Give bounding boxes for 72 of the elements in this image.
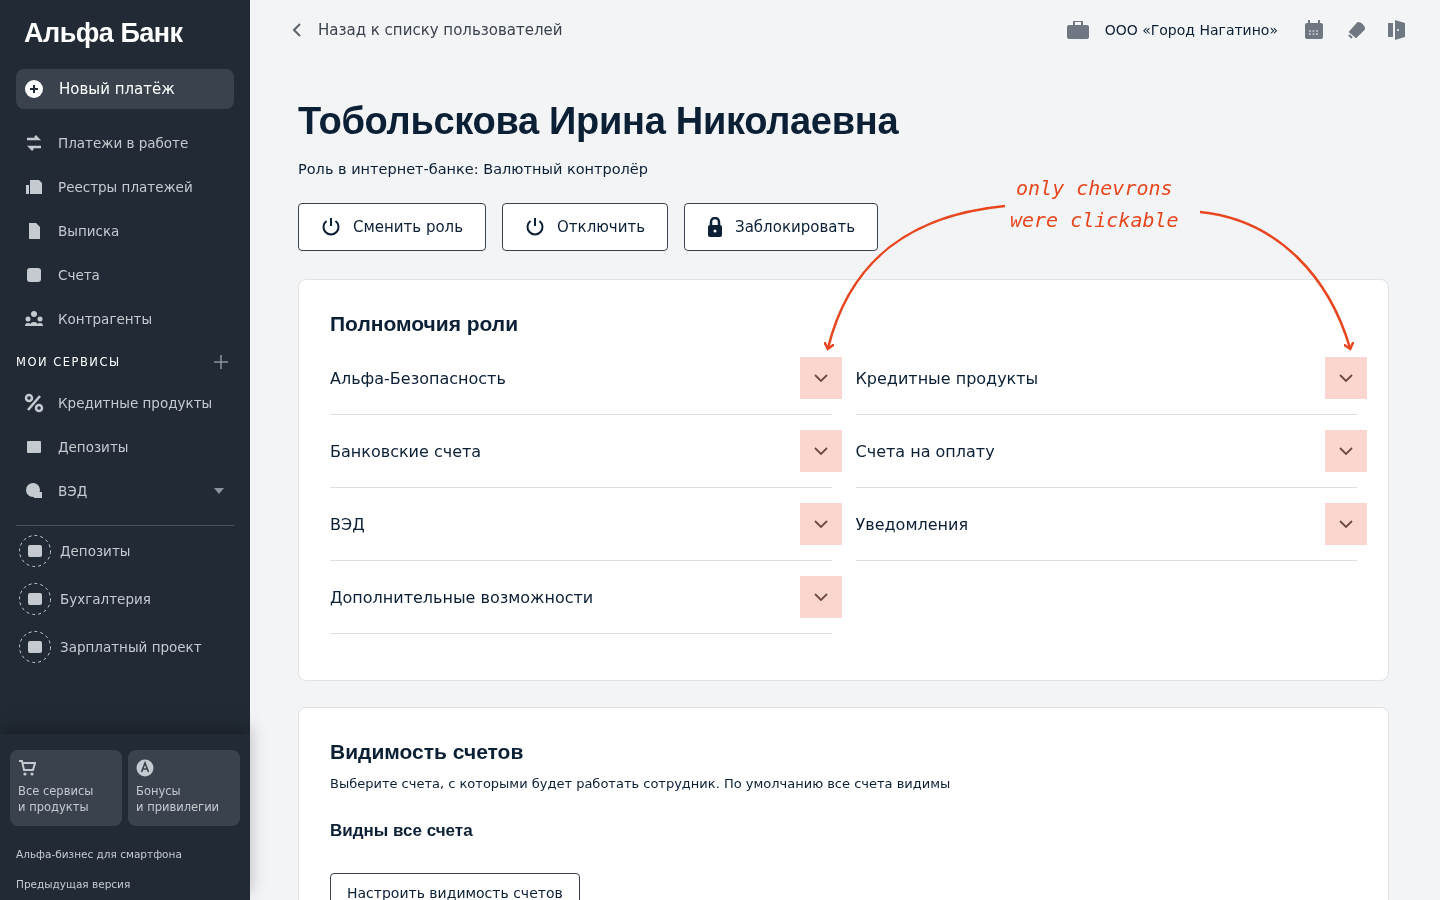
documents-icon <box>24 177 44 197</box>
circle-letter-icon <box>136 759 154 777</box>
nav-item[interactable]: Кредитные продукты <box>16 381 234 425</box>
status-heading: Видны все счета <box>330 821 474 841</box>
company-name[interactable]: ООО «Город Нагатино» <box>1104 22 1278 38</box>
chevron-down-icon <box>813 520 828 528</box>
chevron-down-icon <box>813 447 828 455</box>
arrows-icon <box>24 133 44 153</box>
expand-button[interactable] <box>799 576 842 618</box>
nav-item[interactable]: Контрагенты <box>16 297 234 341</box>
expand-button[interactable] <box>799 430 842 472</box>
logo[interactable]: Альфа Банк <box>24 18 183 49</box>
permission-label: Уведомления <box>855 514 968 534</box>
card-title: Полномочия роли <box>330 312 520 336</box>
role-text: Роль в интернет-банке: Валютный контролёр <box>298 161 649 177</box>
back-link[interactable]: Назад к списку пользователей <box>292 21 563 39</box>
nav-item[interactable]: ВЭД <box>16 469 234 513</box>
dashed-circle-icon <box>18 630 52 664</box>
card-title: Видимость счетов <box>330 740 525 764</box>
nav-item[interactable]: Счета <box>16 253 234 297</box>
permission-label: ВЭД <box>330 514 365 534</box>
chevron-down-icon <box>1339 447 1353 455</box>
exit-door-icon[interactable] <box>1388 20 1406 40</box>
caret-icon[interactable] <box>214 488 224 494</box>
footer-link[interactable]: Альфа-бизнес для смартфона <box>16 848 182 860</box>
nav-item[interactable]: Выписка <box>16 209 234 253</box>
description-text: Выберите счета, с которыми будет работать сотрудник. По умолчанию все счета видимы <box>330 776 952 791</box>
nav-item[interactable]: Депозиты <box>16 534 234 568</box>
lock-icon <box>707 217 724 237</box>
plus-circle-icon <box>25 80 43 98</box>
action-button[interactable]: Сменить роль <box>298 203 487 251</box>
cart-icon <box>18 759 36 777</box>
action-button[interactable]: Заблокировать <box>684 203 878 251</box>
permission-label: Альфа-Безопасность <box>330 368 506 388</box>
nav-item[interactable]: Платежи в работе <box>16 121 234 165</box>
footer-link[interactable]: Предыдущая версия <box>16 878 131 890</box>
expand-button[interactable] <box>1325 503 1367 545</box>
percent-icon <box>24 393 44 413</box>
configure-button[interactable]: Настроить видимость счетов <box>330 873 580 900</box>
page-title: Тобольскова Ирина Николаевна <box>298 100 900 143</box>
section-heading: МОИ СЕРВИСЫ <box>16 355 121 369</box>
power-icon <box>525 217 546 237</box>
service-tile[interactable]: Все сервисы и продукты <box>10 750 122 826</box>
service-tile[interactable]: Бонусы и привилегии <box>128 750 240 826</box>
permission-label: Банковские счета <box>330 441 482 461</box>
expand-button[interactable] <box>1325 357 1367 399</box>
dashed-circle-icon <box>18 534 52 568</box>
people-icon <box>24 309 44 329</box>
calendar-icon[interactable] <box>1304 20 1324 40</box>
chevron-left-icon <box>292 23 302 37</box>
briefcase-icon <box>1066 21 1089 39</box>
permission-label: Кредитные продукты <box>855 368 1039 388</box>
chevron-down-icon <box>1339 520 1353 528</box>
nav-item[interactable]: Реестры платежей <box>16 165 234 209</box>
permission-label: Дополнительные возможности <box>330 587 594 607</box>
nav-item[interactable]: Депозиты <box>16 425 234 469</box>
new-payment-button[interactable]: Новый платёж <box>16 69 234 109</box>
nav-item[interactable]: Бухгалтерия <box>16 582 234 616</box>
permission-label: Счета на оплату <box>855 441 995 461</box>
chevron-down-icon <box>1339 374 1353 382</box>
expand-button[interactable] <box>799 503 842 545</box>
action-button[interactable]: Отключить <box>502 203 669 251</box>
expand-button[interactable] <box>799 357 842 399</box>
annotation-text: only chevrons <box>1016 175 1173 202</box>
dashed-circle-icon <box>18 582 52 616</box>
power-icon <box>321 217 341 237</box>
expand-button[interactable] <box>1325 430 1367 472</box>
chevron-down-icon <box>813 374 828 382</box>
chevron-down-icon <box>813 593 828 601</box>
nav-item[interactable]: Зарплатный проект <box>16 630 234 664</box>
annotation-text: were clickable <box>1010 207 1179 234</box>
add-icon[interactable] <box>214 355 228 369</box>
